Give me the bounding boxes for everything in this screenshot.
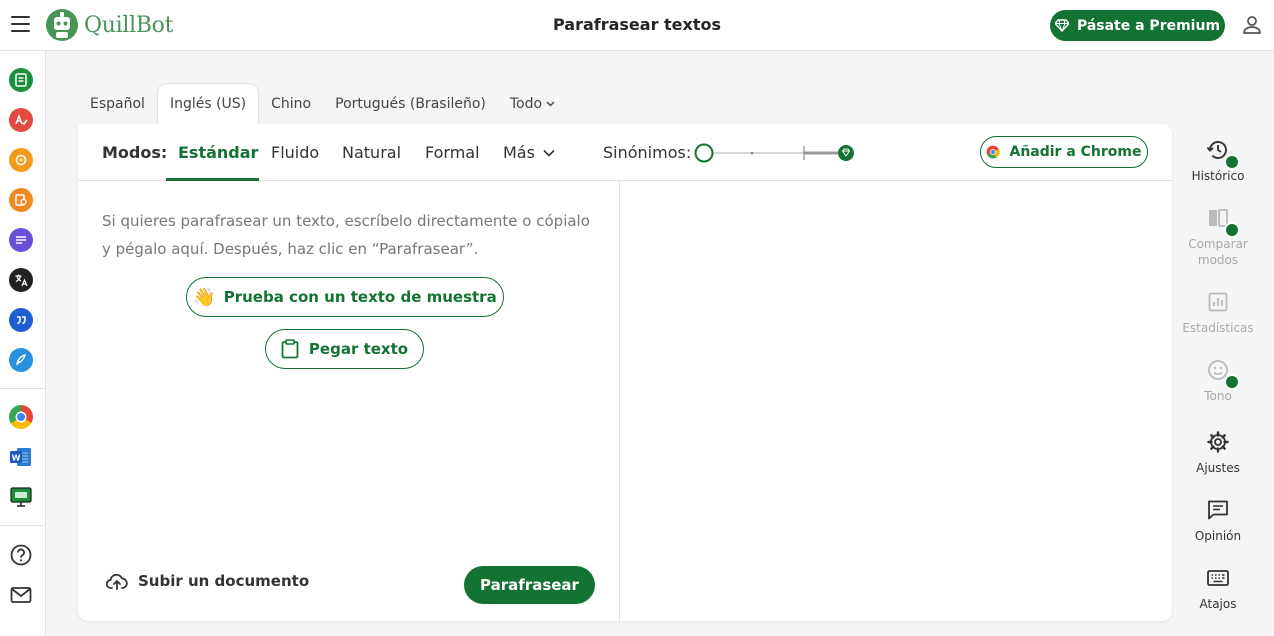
statistics-label: Estadísticas bbox=[1182, 321, 1254, 335]
feedback-button[interactable]: Opinión bbox=[1174, 498, 1262, 544]
sidebar-divider bbox=[0, 388, 45, 389]
shortcuts-button[interactable]: Atajos bbox=[1174, 566, 1262, 612]
diamond-icon bbox=[1054, 19, 1069, 32]
sample-text-button[interactable]: 👋 Prueba con un texto de muestra bbox=[186, 277, 504, 317]
upload-document-button[interactable]: Subir un documento bbox=[106, 572, 309, 590]
mode-more-label: Más bbox=[503, 143, 535, 162]
quillbot-flow-icon[interactable] bbox=[9, 348, 33, 372]
paraphrase-button[interactable]: Parafrasear bbox=[464, 566, 595, 604]
svg-text:W: W bbox=[12, 454, 21, 463]
feedback-icon bbox=[1208, 500, 1228, 520]
tab-language-spanish[interactable]: Español bbox=[78, 84, 157, 124]
paste-text-button[interactable]: Pegar texto bbox=[265, 329, 424, 369]
tone-button[interactable]: Tono bbox=[1174, 358, 1262, 404]
waving-hand-icon: 👋 bbox=[193, 286, 216, 308]
editor-divider bbox=[619, 181, 620, 621]
history-button[interactable]: Histórico bbox=[1174, 138, 1262, 184]
chrome-icon bbox=[987, 145, 1001, 159]
top-header: QuillBot Parafrasear textos Pásate a Pre… bbox=[0, 0, 1274, 51]
brand-name: QuillBot bbox=[84, 12, 174, 38]
settings-icon bbox=[1207, 431, 1229, 453]
cloud-upload-icon bbox=[106, 573, 128, 590]
citation-generator-icon[interactable] bbox=[9, 308, 33, 332]
mode-formal[interactable]: Formal bbox=[425, 143, 480, 162]
tab-language-all-label: Todo bbox=[509, 96, 543, 112]
sidebar-divider bbox=[0, 525, 45, 526]
tab-language-all[interactable]: Todo bbox=[498, 84, 567, 124]
paraphraser-card: Modos: Estándar Fluido Natural Formal Má… bbox=[78, 124, 1172, 621]
account-icon[interactable] bbox=[1240, 13, 1264, 37]
chrome-extension-icon[interactable] bbox=[9, 405, 33, 429]
grammar-checker-icon[interactable] bbox=[9, 108, 33, 132]
sample-text-label: Prueba con un texto de muestra bbox=[223, 288, 497, 306]
synonyms-label: Sinónimos: bbox=[603, 143, 692, 162]
desktop-app-icon[interactable] bbox=[9, 485, 33, 509]
premium-diamond-icon bbox=[1224, 222, 1240, 238]
premium-diamond-icon bbox=[1224, 154, 1240, 170]
paraphraser-icon[interactable] bbox=[9, 68, 33, 92]
compare-modes-button[interactable]: Comparar modos bbox=[1174, 206, 1262, 268]
statistics-icon bbox=[1208, 292, 1228, 312]
premium-button-label: Pásate a Premium bbox=[1076, 17, 1221, 34]
modes-bar: Modos: Estándar Fluido Natural Formal Má… bbox=[78, 124, 1172, 181]
mode-fluency[interactable]: Fluido bbox=[271, 143, 319, 162]
history-label: Histórico bbox=[1191, 169, 1245, 183]
tab-language-english-us[interactable]: Inglés (US) bbox=[156, 83, 260, 124]
summarizer-icon[interactable] bbox=[9, 228, 33, 252]
tab-language-chinese[interactable]: Chino bbox=[259, 84, 323, 124]
keyboard-shortcuts-icon bbox=[1207, 570, 1229, 586]
modes-label: Modos: bbox=[102, 143, 168, 162]
quillbot-robot-icon bbox=[46, 9, 78, 41]
mail-icon[interactable] bbox=[9, 583, 33, 607]
word-extension-icon[interactable]: W bbox=[9, 445, 33, 469]
settings-button[interactable]: Ajustes bbox=[1174, 430, 1262, 476]
premium-button[interactable]: Pásate a Premium bbox=[1050, 10, 1225, 41]
help-icon[interactable] bbox=[9, 543, 33, 567]
chevron-down-icon bbox=[546, 101, 555, 107]
paste-text-label: Pegar texto bbox=[308, 340, 409, 358]
active-mode-indicator bbox=[166, 178, 259, 181]
synonyms-slider[interactable] bbox=[694, 142, 854, 164]
translator-icon[interactable] bbox=[9, 268, 33, 292]
feedback-label: Opinión bbox=[1194, 529, 1242, 543]
upload-document-label: Subir un documento bbox=[138, 572, 310, 590]
language-tabs: Español Inglés (US) Chino Portugués (Bra… bbox=[78, 83, 567, 124]
mode-standard[interactable]: Estándar bbox=[178, 143, 258, 162]
menu-icon[interactable] bbox=[11, 16, 30, 32]
settings-label: Ajustes bbox=[1196, 461, 1240, 475]
tools-sidebar: W bbox=[0, 51, 46, 636]
tone-label: Tono bbox=[1204, 389, 1232, 403]
ai-detector-icon[interactable] bbox=[9, 148, 33, 172]
clipboard-icon bbox=[281, 339, 299, 359]
mode-more[interactable]: Más bbox=[503, 143, 555, 162]
shortcuts-label: Atajos bbox=[1199, 597, 1237, 611]
statistics-button[interactable]: Estadísticas bbox=[1174, 290, 1262, 336]
chevron-down-icon bbox=[543, 149, 555, 157]
quillbot-logo[interactable]: QuillBot bbox=[46, 8, 173, 42]
mode-natural[interactable]: Natural bbox=[342, 143, 401, 162]
input-placeholder[interactable]: Si quieres parafrasear un texto, escríbe… bbox=[102, 207, 602, 263]
compare-modes-label: Comparar modos bbox=[1188, 237, 1248, 267]
tab-language-portuguese-br[interactable]: Portugués (Brasileño) bbox=[323, 84, 498, 124]
add-to-chrome-label: Añadir a Chrome bbox=[1009, 144, 1142, 160]
add-to-chrome-button[interactable]: Añadir a Chrome bbox=[980, 136, 1148, 168]
plagiarism-checker-icon[interactable] bbox=[9, 188, 33, 212]
premium-diamond-icon bbox=[1224, 374, 1240, 390]
